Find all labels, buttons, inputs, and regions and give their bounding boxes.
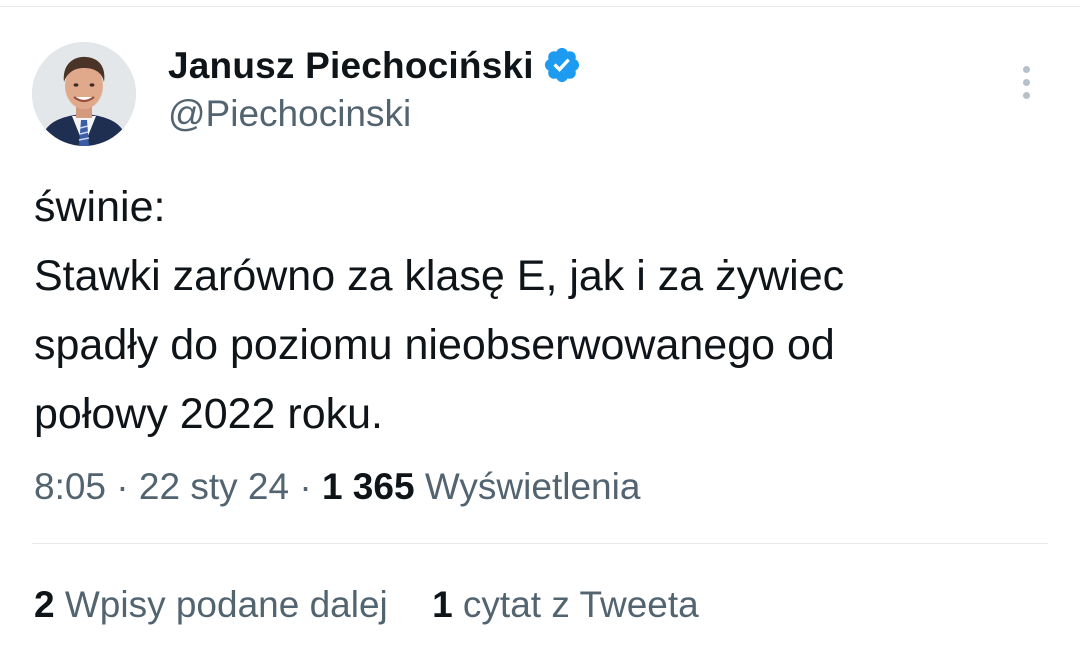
tweet-meta: 8:05 · 22 sty 24 · 1 365 Wyświetlenia [34,462,640,512]
author-display-name[interactable]: Janusz Piechociński [168,45,534,86]
author-name-row[interactable]: Janusz Piechociński [168,44,582,88]
more-dot-icon [1023,92,1030,99]
profile-photo [32,42,136,146]
verified-badge-icon [544,48,579,83]
quotes-stat[interactable]: 1 cytat z Tweeta [432,580,699,630]
top-divider [0,0,1080,7]
reposts-label: Wpisy podane dalej [64,584,388,625]
tweet-text: świnie: Stawki zarówno za klasę E, jak i… [34,173,1054,449]
views-label: Wyświetlenia [424,466,641,507]
more-dot-icon [1023,66,1030,73]
author-avatar[interactable] [32,42,136,146]
tweet-text-line: Stawki zarówno za klasę E, jak i za żywi… [34,252,845,300]
meta-separator: · [299,466,312,507]
tweet-date[interactable]: 22 sty 24 [139,466,289,507]
tweet-text-line: świnie: [34,183,166,231]
tweet-text-line: spadły do poziomu nieobserwowanego od [34,321,835,369]
meta-separator: · [116,466,129,507]
quotes-label: cytat z Tweeta [462,584,699,625]
tweet-time[interactable]: 8:05 [34,466,106,507]
tweet-text-line: połowy 2022 roku. [34,390,383,438]
divider [32,543,1048,544]
author-handle[interactable]: @Piechocinski [168,92,411,136]
quotes-count: 1 [432,584,453,625]
reposts-stat[interactable]: 2 Wpisy podane dalej [34,580,388,630]
views-count: 1 365 [321,466,415,507]
tweet-stats: 2 Wpisy podane dalej 1 cytat z Tweeta [34,580,699,630]
reposts-count: 2 [34,584,55,625]
more-options-button[interactable] [1010,60,1044,104]
more-dot-icon [1023,79,1030,86]
